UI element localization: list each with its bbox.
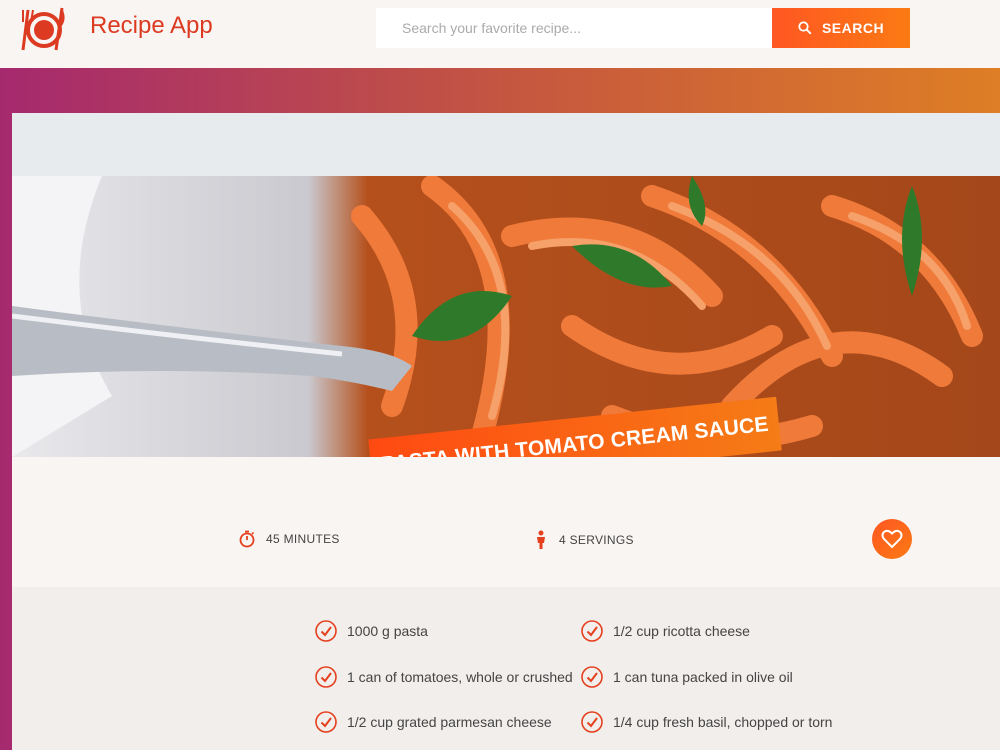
recipe-image xyxy=(12,176,1000,457)
check-circle-icon xyxy=(315,711,337,733)
ingredient-item: 1/2 cup ricotta cheese xyxy=(581,620,750,642)
check-circle-icon xyxy=(581,711,603,733)
ingredient-item: 1000 g pasta xyxy=(315,620,428,642)
search-button[interactable]: SEARCH xyxy=(772,8,910,48)
heart-icon xyxy=(881,529,903,549)
recipe-details xyxy=(12,457,1000,587)
recipe-servings-label: 4 SERVINGS xyxy=(559,533,634,547)
ingredient-item: 1 can of tomatoes, whole or crushed xyxy=(315,666,573,688)
app-header: Recipe App SEARCH xyxy=(0,0,1000,68)
stopwatch-icon xyxy=(239,530,255,548)
restaurant-logo-icon xyxy=(21,7,65,51)
recipe-time: 45 MINUTES xyxy=(238,530,340,548)
favorite-button[interactable] xyxy=(872,519,912,559)
search-icon xyxy=(798,21,812,35)
check-circle-icon xyxy=(581,666,603,688)
check-circle-icon xyxy=(315,666,337,688)
ingredient-item: 1/2 cup grated parmesan cheese xyxy=(315,711,552,733)
search-button-label: SEARCH xyxy=(821,20,885,36)
ingredient-item: 1/4 cup fresh basil, chopped or torn xyxy=(581,711,832,733)
ingredient-label: 1 can tuna packed in olive oil xyxy=(613,669,793,685)
ingredient-label: 1/4 cup fresh basil, chopped or torn xyxy=(613,714,833,730)
ingredient-label: 1000 g pasta xyxy=(347,623,428,639)
app-title: Recipe App xyxy=(90,12,213,39)
ingredient-item: 1 can tuna packed in olive oil xyxy=(581,666,793,688)
check-circle-icon xyxy=(581,620,603,642)
ingredient-label: 1 can of tomatoes, whole or crushed xyxy=(347,669,573,685)
recipe-time-label: 45 MINUTES xyxy=(266,532,340,546)
search-input[interactable] xyxy=(376,8,772,48)
recipe-servings: 4 SERVINGS xyxy=(533,530,634,550)
person-icon xyxy=(537,530,545,549)
ingredient-label: 1/2 cup ricotta cheese xyxy=(613,623,750,639)
ingredient-label: 1/2 cup grated parmesan cheese xyxy=(347,714,552,730)
check-circle-icon xyxy=(315,620,337,642)
recipe-top-band xyxy=(12,113,1000,176)
